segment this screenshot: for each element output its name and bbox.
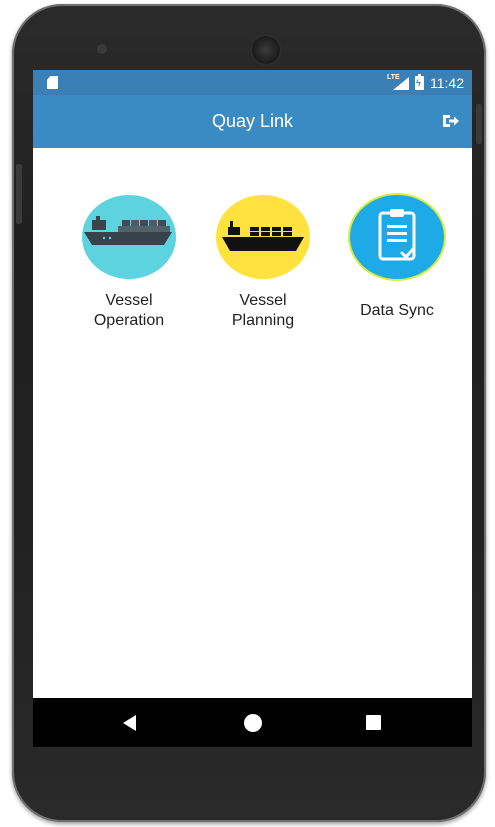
app-title: Quay Link (211, 111, 294, 131)
back-button[interactable] (99, 698, 159, 747)
menu-item-data-sync[interactable]: Data Sync (342, 195, 452, 321)
front-camera (97, 44, 107, 54)
home-button[interactable] (223, 698, 283, 747)
menu-icon-circle (216, 195, 310, 279)
status-clock: 11:42 (430, 75, 464, 91)
logout-button[interactable] (438, 109, 462, 133)
light-sensor (424, 46, 429, 51)
home-circle-icon (244, 713, 262, 732)
navigation-bar (33, 698, 472, 747)
app-screen: LTE ϟ 11:42 Quay Link Vessel Operation V… (33, 70, 472, 747)
recents-button[interactable] (343, 698, 403, 747)
sd-card-icon (47, 76, 58, 89)
menu-item-vessel-operation[interactable]: Vessel Operation (74, 195, 184, 331)
proximity-sensor (410, 46, 415, 51)
volume-button (16, 164, 22, 224)
menu-item-vessel-planning[interactable]: Vessel Planning (208, 195, 318, 331)
app-bar: Quay Link (33, 95, 472, 148)
power-button (476, 104, 482, 144)
menu-item-label: Data Sync (360, 302, 434, 319)
back-triangle-icon (122, 714, 136, 731)
logout-icon (443, 115, 459, 127)
cargo-ship-icon (222, 221, 304, 251)
recents-square-icon (365, 715, 381, 730)
container-ship-icon (84, 216, 172, 245)
menu-item-label: Vessel Operation (93, 292, 165, 329)
battery-icon: ϟ (415, 74, 424, 90)
clipboard-check-icon (378, 209, 416, 261)
earpiece-speaker (252, 36, 280, 64)
network-type: LTE (387, 74, 400, 81)
menu-icon-circle (82, 195, 176, 279)
menu-icon-circle (350, 195, 444, 279)
menu-item-label: Vessel Planning (231, 292, 295, 329)
status-bar: LTE ϟ 11:42 (33, 70, 472, 95)
signal-icon: LTE (387, 74, 409, 91)
battery-charging-glyph: ϟ (416, 78, 421, 88)
